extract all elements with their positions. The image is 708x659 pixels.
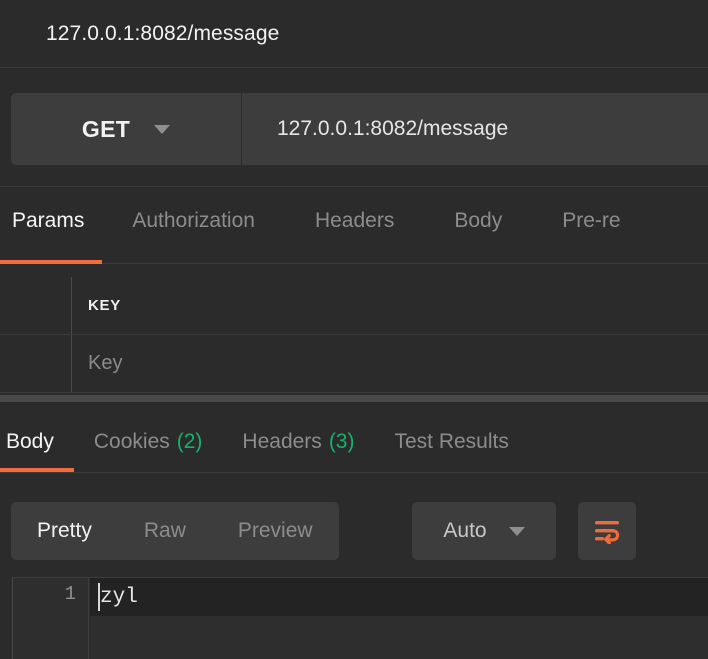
cookies-count-badge: (2) — [176, 430, 203, 453]
tab-params-label: Params — [12, 209, 85, 232]
http-method-label: GET — [81, 115, 131, 142]
response-tab-body-label: Body — [6, 430, 54, 453]
response-body-editor[interactable]: 1 zyl — [12, 577, 708, 659]
response-body-text: zyl — [100, 585, 138, 609]
response-tab-headers-label: Headers — [242, 430, 322, 453]
params-table: KEY Key — [0, 277, 708, 393]
word-wrap-button[interactable] — [578, 502, 636, 560]
response-pane: Body Cookies (2) Headers (3) Test Result… — [0, 402, 708, 659]
view-mode-preview[interactable]: Preview — [212, 519, 339, 543]
response-viewer-toolbar: Pretty Raw Preview Auto — [0, 502, 708, 564]
request-url-row: GET 127.0.0.1:8082/message — [0, 69, 708, 187]
tab-headers-label: Headers — [314, 209, 395, 232]
view-mode-pretty[interactable]: Pretty — [11, 519, 118, 543]
tab-authorization-label: Authorization — [132, 209, 255, 232]
response-tab-cookies-label: Cookies — [93, 430, 170, 453]
response-tab-body[interactable]: Body — [0, 420, 74, 482]
url-input[interactable]: 127.0.0.1:8082/message — [242, 93, 708, 165]
params-header-key: KEY — [88, 297, 121, 314]
request-tabs: Params Authorization Headers Body Pre-re — [0, 188, 708, 276]
tab-active-underline — [0, 260, 103, 264]
tab-headers[interactable]: Headers — [285, 188, 424, 276]
view-mode-raw[interactable]: Raw — [118, 519, 212, 543]
chevron-down-icon — [154, 124, 171, 134]
word-wrap-icon — [595, 521, 620, 544]
params-header-checkbox-cell — [0, 277, 72, 334]
tab-pre-request-script-label: Pre-re — [562, 209, 621, 232]
editor-active-line[interactable]: zyl — [90, 578, 708, 616]
request-tab-strip: Params Authorization Headers Body Pre-re — [0, 188, 708, 276]
response-format-label: Auto — [443, 519, 487, 542]
http-method-dropdown[interactable]: GET — [11, 93, 242, 165]
request-url-bar: GET 127.0.0.1:8082/message — [11, 93, 708, 165]
tab-body-label: Body — [454, 209, 503, 232]
editor-gutter: 1 — [13, 578, 89, 659]
response-tab-test-results[interactable]: Test Results — [374, 420, 528, 482]
chevron-down-icon — [508, 526, 525, 536]
param-key-input[interactable]: Key — [72, 335, 708, 392]
response-tab-cookies[interactable]: Cookies (2) — [74, 420, 223, 482]
page-title: 127.0.0.1:8082/message — [46, 22, 280, 45]
line-number: 1 — [64, 583, 76, 605]
param-row-checkbox[interactable] — [0, 335, 72, 392]
postman-request-window: 127.0.0.1:8082/message GET 127.0.0.1:808… — [0, 0, 708, 659]
response-tab-test-results-label: Test Results — [394, 430, 509, 453]
response-view-mode-group: Pretty Raw Preview — [11, 502, 339, 560]
params-header-row: KEY — [0, 277, 708, 335]
pane-splitter[interactable] — [0, 395, 708, 402]
tab-params[interactable]: Params — [0, 188, 103, 276]
headers-count-badge: (3) — [328, 430, 355, 453]
table-row: Key — [0, 335, 708, 393]
response-tab-headers[interactable]: Headers (3) — [222, 420, 374, 482]
tab-body[interactable]: Body — [424, 188, 532, 276]
window-title-bar: 127.0.0.1:8082/message — [0, 0, 708, 68]
response-tabs: Body Cookies (2) Headers (3) Test Result… — [0, 420, 708, 482]
tab-pre-request-script[interactable]: Pre-re — [532, 188, 630, 276]
response-tab-active-underline — [0, 468, 74, 472]
tab-authorization[interactable]: Authorization — [102, 188, 285, 276]
response-format-dropdown[interactable]: Auto — [412, 502, 556, 560]
